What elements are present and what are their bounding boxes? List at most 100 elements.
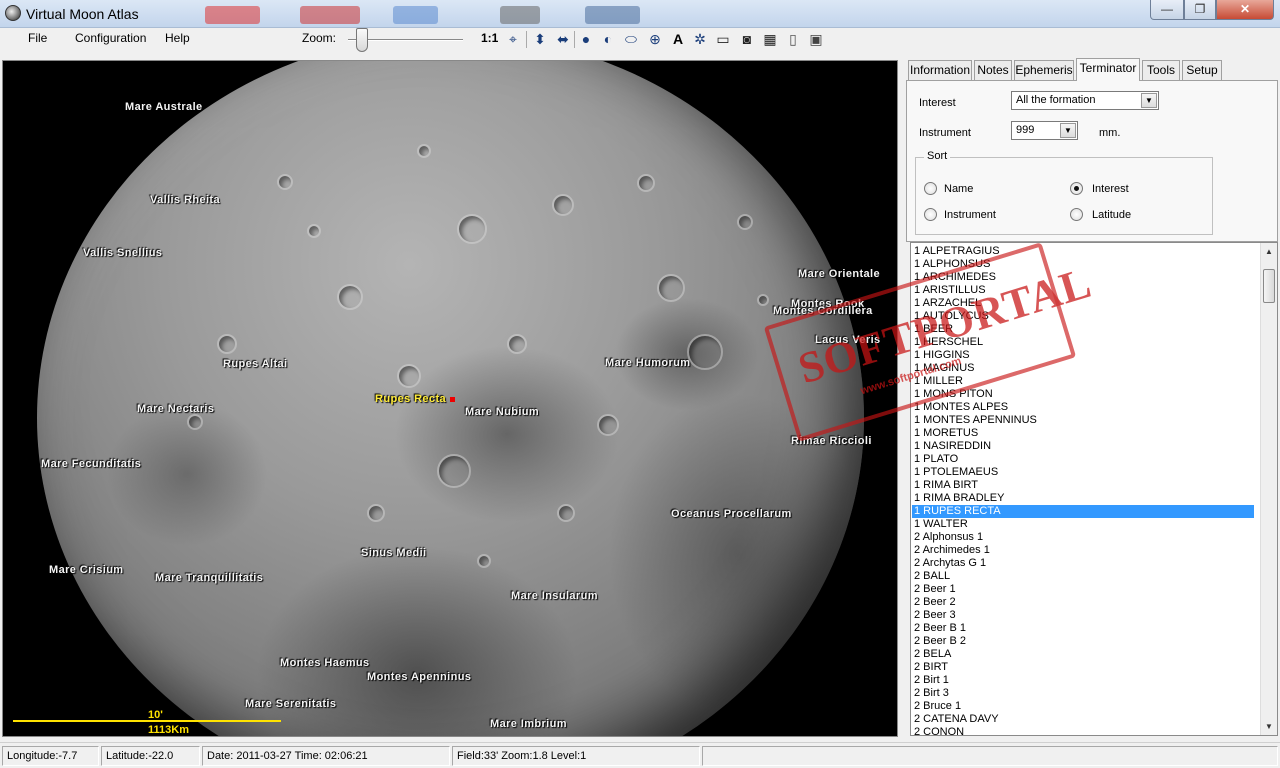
phase-icon[interactable]: ◐ bbox=[598, 29, 618, 49]
list-item[interactable]: 1 RIMA BRADLEY bbox=[912, 492, 1254, 505]
list-item[interactable]: 1 PLATO bbox=[912, 453, 1254, 466]
crater bbox=[552, 194, 574, 216]
list-item[interactable]: 2 Beer 3 bbox=[912, 609, 1254, 622]
menu-help[interactable]: Help bbox=[165, 31, 190, 45]
crosshair-center-icon[interactable]: ⌖ bbox=[503, 29, 523, 49]
list-item[interactable]: 1 ALPHONSUS bbox=[912, 258, 1254, 271]
list-item[interactable]: 1 HERSCHEL bbox=[912, 336, 1254, 349]
sort-latitude-radio[interactable] bbox=[1070, 208, 1083, 221]
list-item[interactable]: 2 Birt 1 bbox=[912, 674, 1254, 687]
sort-latitude-label: Latitude bbox=[1092, 209, 1132, 221]
sort-instrument-radio[interactable] bbox=[924, 208, 937, 221]
sort-name-radio[interactable] bbox=[924, 182, 937, 195]
chevron-down-icon[interactable]: ▼ bbox=[1060, 123, 1076, 138]
maximize-button[interactable]: ❐ bbox=[1184, 0, 1216, 20]
tab-notes[interactable]: Notes bbox=[974, 60, 1012, 80]
status-field: Field:33' Zoom:1.8 Level:1 bbox=[452, 746, 700, 766]
list-item[interactable]: 1 PTOLEMAEUS bbox=[912, 466, 1254, 479]
list-item[interactable]: 2 BELA bbox=[912, 648, 1254, 661]
list-item[interactable]: 2 Archimedes 1 bbox=[912, 544, 1254, 557]
list-item[interactable]: 1 RIMA BIRT bbox=[912, 479, 1254, 492]
list-item[interactable]: 1 RUPES RECTA bbox=[912, 505, 1254, 518]
tab-information[interactable]: Information bbox=[908, 60, 972, 80]
interest-select[interactable]: All the formation ▼ bbox=[1011, 91, 1159, 110]
grid-globe-icon[interactable]: ⊕ bbox=[645, 29, 665, 49]
crater bbox=[437, 454, 471, 488]
chevron-down-icon[interactable]: ▼ bbox=[1141, 93, 1157, 108]
camera-icon[interactable]: ◙ bbox=[737, 29, 757, 49]
list-item[interactable]: 2 Birt 3 bbox=[912, 687, 1254, 700]
moon-map-view[interactable]: Mare Australe Vallis Rheita Vallis Snelliu… bbox=[2, 60, 898, 737]
flip-vertical-icon[interactable]: ⬍ bbox=[530, 29, 550, 49]
list-item[interactable]: 2 Beer 1 bbox=[912, 583, 1254, 596]
tab-setup[interactable]: Setup bbox=[1182, 60, 1222, 80]
list-item[interactable]: 1 MONTES APENNINUS bbox=[912, 414, 1254, 427]
orbit-icon[interactable]: ⬭ bbox=[621, 29, 641, 49]
crater bbox=[687, 334, 723, 370]
list-item[interactable]: 1 BEER bbox=[912, 323, 1254, 336]
settings-gear-icon[interactable]: ✲ bbox=[690, 29, 710, 49]
globe-view-icon[interactable]: ● bbox=[576, 29, 596, 49]
list-item[interactable]: 1 HIGGINS bbox=[912, 349, 1254, 362]
list-item[interactable]: 2 BIRT bbox=[912, 661, 1254, 674]
menu-configuration[interactable]: Configuration bbox=[75, 31, 146, 45]
map-feature-label: Vallis Snellius bbox=[83, 247, 163, 259]
list-item[interactable]: 1 ARISTILLUS bbox=[912, 284, 1254, 297]
crater bbox=[367, 504, 385, 522]
list-item[interactable]: 2 Bruce 1 bbox=[912, 700, 1254, 713]
crater bbox=[417, 144, 431, 158]
tab-terminator[interactable]: Terminator bbox=[1076, 58, 1140, 81]
list-item[interactable]: 1 MONS PITON bbox=[912, 388, 1254, 401]
scroll-up-icon[interactable]: ▲ bbox=[1261, 243, 1277, 260]
list-item[interactable]: 1 ALPETRAGIUS bbox=[912, 245, 1254, 258]
list-item[interactable]: 2 Beer 2 bbox=[912, 596, 1254, 609]
scroll-down-icon[interactable]: ▼ bbox=[1261, 718, 1277, 735]
list-item[interactable]: 2 CONON bbox=[912, 726, 1254, 735]
list-scrollbar[interactable]: ▲ ▼ bbox=[1260, 243, 1277, 735]
list-item[interactable]: 2 Alphonsus 1 bbox=[912, 531, 1254, 544]
menu-toolbar: File Configuration Help Zoom: 1:1 ⌖ ⬍ ⬌ … bbox=[0, 28, 1280, 50]
list-item[interactable]: 2 Beer B 1 bbox=[912, 622, 1254, 635]
document-icon[interactable]: ▯ bbox=[783, 29, 803, 49]
labels-icon[interactable]: A bbox=[668, 29, 688, 49]
crater bbox=[457, 214, 487, 244]
interest-label: Interest bbox=[919, 97, 956, 109]
list-item[interactable]: 2 BALL bbox=[912, 570, 1254, 583]
list-item[interactable]: 1 MAGINUS bbox=[912, 362, 1254, 375]
list-item[interactable]: 1 ARCHIMEDES bbox=[912, 271, 1254, 284]
menu-file[interactable]: File bbox=[28, 31, 47, 45]
calendar-icon[interactable]: ▦ bbox=[760, 29, 780, 49]
list-item[interactable]: 1 MILLER bbox=[912, 375, 1254, 388]
scrollbar-thumb[interactable] bbox=[1263, 269, 1275, 303]
zoom-reset-button[interactable]: 1:1 bbox=[481, 31, 498, 45]
list-item[interactable]: 1 NASIREDDIN bbox=[912, 440, 1254, 453]
minimize-button[interactable]: — bbox=[1150, 0, 1184, 20]
zoom-slider-handle[interactable] bbox=[356, 28, 368, 52]
list-item[interactable]: 1 MORETUS bbox=[912, 427, 1254, 440]
instrument-select[interactable]: 999 ▼ bbox=[1011, 121, 1078, 140]
ruler-icon[interactable]: ▭ bbox=[713, 29, 733, 49]
tab-tools[interactable]: Tools bbox=[1142, 60, 1180, 80]
list-item[interactable]: 1 AUTOLYCUS bbox=[912, 310, 1254, 323]
list-item[interactable]: 1 WALTER bbox=[912, 518, 1254, 531]
terminator-tab-content: Interest All the formation ▼ Instrument … bbox=[906, 80, 1278, 242]
map-feature-label: Vallis Rheita bbox=[150, 194, 221, 206]
flip-horizontal-icon[interactable]: ⬌ bbox=[553, 29, 573, 49]
formation-list[interactable]: 1 ALPETRAGIUS 1 ALPHONSUS 1 ARCHIMEDES 1 AR… bbox=[910, 242, 1278, 736]
status-datetime: Date: 2011-03-27 Time: 02:06:21 bbox=[202, 746, 450, 766]
crater bbox=[637, 174, 655, 192]
list-item[interactable]: 2 CATENA DAVY bbox=[912, 713, 1254, 726]
list-item[interactable]: 1 ARZACHEL bbox=[912, 297, 1254, 310]
status-extra bbox=[702, 746, 1278, 766]
list-item[interactable]: 2 Beer B 2 bbox=[912, 635, 1254, 648]
sort-interest-radio[interactable] bbox=[1070, 182, 1083, 195]
image-icon[interactable]: ▣ bbox=[806, 29, 826, 49]
target-marker bbox=[450, 397, 455, 402]
list-item[interactable]: 2 Archytas G 1 bbox=[912, 557, 1254, 570]
map-feature-label: Sinus Medii bbox=[361, 547, 427, 559]
list-item[interactable]: 1 MONTES ALPES bbox=[912, 401, 1254, 414]
close-button[interactable]: ✕ bbox=[1216, 0, 1274, 20]
map-feature-label: Montes Cordillera bbox=[773, 305, 873, 317]
tab-ephemeris[interactable]: Ephemeris bbox=[1014, 60, 1074, 80]
map-feature-label: Mare Tranquillitatis bbox=[155, 572, 264, 584]
